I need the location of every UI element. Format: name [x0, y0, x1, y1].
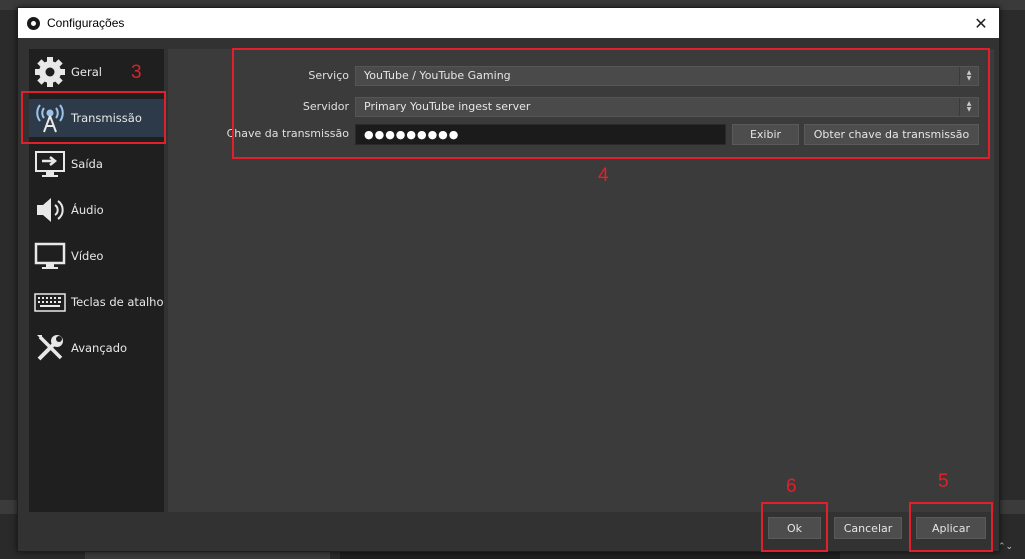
monitor-icon [32, 238, 68, 274]
sidebar-item-label: Teclas de atalho [71, 295, 164, 309]
sidebar-item-audio[interactable]: Áudio [29, 191, 164, 229]
speaker-icon [32, 192, 68, 228]
sidebar-item-teclas-de-atalho[interactable]: Teclas de atalho [29, 283, 164, 321]
sidebar-item-label: Vídeo [71, 249, 104, 263]
annotation-number: 3 [131, 62, 142, 83]
output-monitor-icon [32, 146, 68, 182]
annotation-number: 4 [598, 165, 609, 186]
annotation-number: 6 [786, 476, 797, 497]
sidebar-item-label: Geral [71, 65, 102, 79]
annotation-number: 5 [938, 471, 949, 492]
annotation-box-ok [761, 502, 828, 552]
dialog-titlebar: Configurações ✕ [18, 8, 999, 38]
close-button[interactable]: ✕ [967, 8, 995, 38]
annotation-box-apply [909, 502, 993, 552]
gear-icon [32, 54, 68, 90]
sidebar-item-saida[interactable]: Saída [29, 145, 164, 183]
annotation-box-stream-settings [232, 48, 990, 159]
annotation-box-transmissao [21, 91, 166, 144]
obs-logo-icon [27, 16, 40, 30]
sidebar-item-label: Saída [71, 157, 103, 171]
dialog-title: Configurações [47, 16, 125, 30]
keyboard-icon [32, 284, 68, 320]
cancel-button[interactable]: Cancelar [834, 517, 902, 539]
sidebar-item-avancado[interactable]: Avançado [29, 329, 164, 367]
sidebar-item-video[interactable]: Vídeo [29, 237, 164, 275]
sidebar-item-geral[interactable]: Geral [29, 53, 164, 91]
sidebar-item-label: Áudio [71, 203, 104, 217]
tools-icon [32, 330, 68, 366]
sidebar-item-label: Avançado [71, 341, 128, 355]
